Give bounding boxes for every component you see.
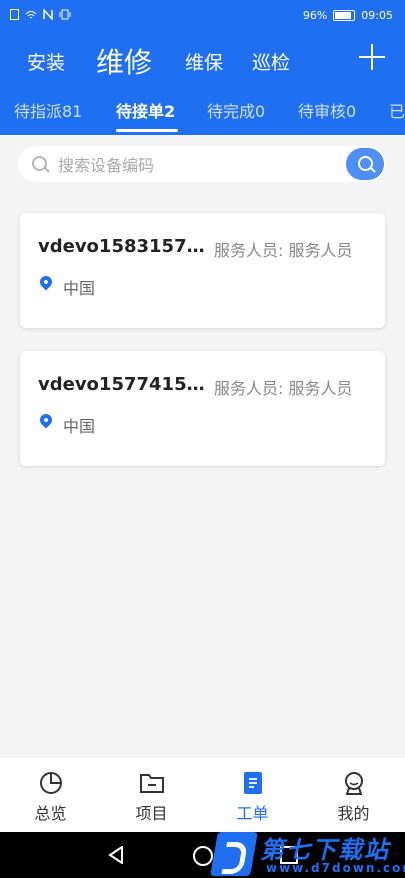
watermark-logo: 第七下载站 www.d7down.com <box>210 830 405 878</box>
location-text: 中国 <box>63 279 96 298</box>
status-icons-right: 96% 09:05 <box>303 9 393 22</box>
category-bar: 安装 维修 维保 巡检 <box>0 38 405 82</box>
clock: 09:05 <box>361 9 393 22</box>
device-code: vdevo15831571… <box>38 236 210 257</box>
vibrate-icon <box>59 9 71 20</box>
back-icon[interactable] <box>108 846 124 864</box>
category-install[interactable]: 安装 <box>27 48 65 75</box>
status-tabs: 待指派81 待接单2 待完成0 待审核0 已 <box>0 92 405 132</box>
watermark-logo-mark <box>210 832 258 876</box>
nav-overview-label: 总览 <box>34 804 67 823</box>
nav-work-orders[interactable]: 工单 <box>202 758 303 832</box>
tab-done[interactable]: 已 <box>389 98 405 122</box>
tab-pending-review[interactable]: 待审核0 <box>298 98 356 122</box>
location-pin-icon <box>37 411 55 429</box>
search-icon <box>358 156 373 171</box>
category-repair[interactable]: 维修 <box>96 41 152 81</box>
pie-chart-icon <box>40 772 62 794</box>
wifi-icon <box>25 10 37 18</box>
category-maintenance[interactable]: 维保 <box>185 48 223 75</box>
user-icon <box>345 772 363 795</box>
active-tab-indicator <box>116 129 178 132</box>
tab-pending-assign[interactable]: 待指派81 <box>14 98 82 122</box>
search-icon <box>32 156 47 171</box>
work-order-card[interactable]: vdevo15831571… 服务人员: 服务人员 中国 <box>20 213 385 328</box>
nav-overview[interactable]: 总览 <box>0 758 101 832</box>
status-bar: 96% 09:05 <box>0 0 405 32</box>
battery-icon <box>333 10 356 21</box>
bottom-navigation: 总览 项目 工单 我的 <box>0 758 405 832</box>
search-button[interactable] <box>346 148 384 180</box>
battery-percent: 96% <box>302 9 328 22</box>
add-button[interactable] <box>359 44 385 70</box>
work-order-card[interactable]: vdevo15774151… 服务人员: 服务人员 中国 <box>20 351 385 466</box>
service-staff: 服务人员: 服务人员 <box>214 379 353 398</box>
status-icons-left <box>10 9 71 20</box>
nav-mine-label: 我的 <box>337 804 370 823</box>
service-staff: 服务人员: 服务人员 <box>214 241 353 260</box>
device-code: vdevo15774151… <box>38 374 210 395</box>
location-text: 中国 <box>63 417 96 436</box>
work-order-icon <box>244 772 262 794</box>
nav-mine[interactable]: 我的 <box>303 758 404 832</box>
home-icon[interactable] <box>193 846 213 866</box>
tab-pending-complete[interactable]: 待完成0 <box>207 98 265 122</box>
nav-projects-label: 项目 <box>135 804 168 823</box>
nav-projects[interactable]: 项目 <box>101 758 202 832</box>
folder-icon <box>140 774 164 793</box>
nfc-icon <box>43 9 53 20</box>
search-input[interactable] <box>56 146 330 184</box>
tab-pending-accept[interactable]: 待接单2 <box>116 98 175 122</box>
search-bar <box>18 146 386 184</box>
sim-icon <box>10 9 19 20</box>
category-inspection[interactable]: 巡检 <box>252 48 290 75</box>
location-pin-icon <box>37 273 55 291</box>
watermark-title: 第七下载站 <box>260 836 390 864</box>
nav-work-orders-label: 工单 <box>236 804 269 823</box>
watermark-url: www.d7down.com <box>266 861 405 875</box>
